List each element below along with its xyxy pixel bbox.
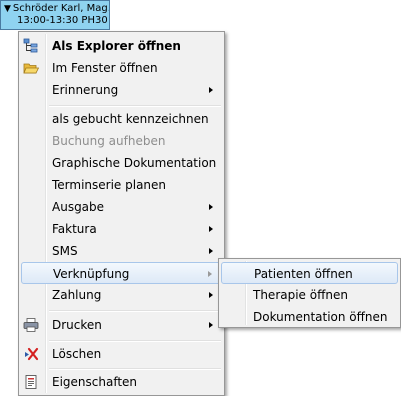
properties-icon xyxy=(23,374,39,390)
submenu-arrow-icon xyxy=(209,87,213,93)
context-menu: Als Explorer öffnen Im Fenster öffnen Er… xyxy=(18,31,225,396)
submenu-item-label: Patienten öffnen xyxy=(254,267,353,281)
menu-item-im-fenster-oeffnen[interactable]: Im Fenster öffnen xyxy=(21,57,222,79)
folder-open-icon xyxy=(23,60,39,76)
menu-item-label: Eigenschaften xyxy=(52,375,138,389)
submenu-arrow-icon xyxy=(209,322,213,328)
menu-item-zahlung[interactable]: Zahlung xyxy=(21,284,222,306)
submenu-arrow-icon xyxy=(209,292,213,298)
submenu-item-patienten-oeffnen[interactable]: Patienten öffnen xyxy=(221,262,398,284)
menu-item-label: Terminserie planen xyxy=(52,178,167,192)
menu-item-label: Drucken xyxy=(52,318,102,332)
delete-icon xyxy=(23,346,39,362)
submenu-arrow-icon xyxy=(208,271,212,277)
submenu-item-dokumentation-oeffnen[interactable]: Dokumentation öffnen xyxy=(221,306,398,328)
submenu-item-label: Dokumentation öffnen xyxy=(253,310,388,324)
menu-separator xyxy=(49,105,221,107)
submenu-item-therapie-oeffnen[interactable]: Therapie öffnen xyxy=(221,284,398,306)
menu-item-label: Löschen xyxy=(52,347,102,361)
menu-item-label: Im Fenster öffnen xyxy=(52,61,158,75)
menu-item-als-gebucht-kennzeichnen[interactable]: als gebucht kennzeichnen xyxy=(21,108,222,130)
submenu-arrow-icon xyxy=(209,204,213,210)
menu-separator xyxy=(49,310,221,312)
menu-item-graphische-dokumentation[interactable]: Graphische Dokumentation xyxy=(21,152,222,174)
submenu-arrow-icon xyxy=(209,248,213,254)
menu-item-label: als gebucht kennzeichnen xyxy=(52,112,209,126)
menu-item-sms[interactable]: SMS xyxy=(21,240,222,262)
menu-item-ausgabe[interactable]: Ausgabe xyxy=(21,196,222,218)
appointment-detail: 13:00-13:30 PH30 Th xyxy=(17,15,109,26)
menu-item-label: Faktura xyxy=(52,222,97,236)
menu-item-label: Erinnerung xyxy=(52,83,119,97)
menu-item-label: Zahlung xyxy=(52,288,102,302)
menu-item-label: Graphische Dokumentation xyxy=(52,156,217,170)
submenu-verknuepfung: Patienten öffnen Therapie öffnen Dokumen… xyxy=(218,258,401,328)
menu-item-label: Als Explorer öffnen xyxy=(52,39,181,53)
collapse-triangle-icon[interactable]: ▼ xyxy=(4,4,11,14)
appointment-title: Schröder Karl, Mag. xyxy=(12,3,110,14)
menu-item-als-explorer-oeffnen[interactable]: Als Explorer öffnen xyxy=(21,35,222,57)
menu-item-faktura[interactable]: Faktura xyxy=(21,218,222,240)
menu-item-drucken[interactable]: Drucken xyxy=(21,314,222,336)
menu-item-label: SMS xyxy=(52,244,78,258)
menu-item-erinnerung[interactable]: Erinnerung xyxy=(21,79,222,101)
menu-item-loeschen[interactable]: Löschen xyxy=(21,343,222,365)
menu-item-eigenschaften[interactable]: Eigenschaften xyxy=(21,371,222,393)
menu-item-terminserie-planen[interactable]: Terminserie planen xyxy=(21,174,222,196)
menu-item-verknuepfung[interactable]: Verknüpfung xyxy=(21,262,222,284)
explorer-icon xyxy=(23,38,39,54)
submenu-arrow-icon xyxy=(209,226,213,232)
appointment-block[interactable]: ▼Schröder Karl, Mag. 13:00-13:30 PH30 Th xyxy=(0,0,110,30)
menu-item-label: Verknüpfung xyxy=(53,267,130,281)
menu-separator xyxy=(49,340,221,342)
menu-item-buchung-aufheben: Buchung aufheben xyxy=(21,130,222,152)
printer-icon xyxy=(23,317,39,333)
menu-item-label: Buchung aufheben xyxy=(52,134,166,148)
menu-item-label: Ausgabe xyxy=(52,200,105,214)
menu-separator xyxy=(49,368,221,370)
submenu-item-label: Therapie öffnen xyxy=(253,288,348,302)
